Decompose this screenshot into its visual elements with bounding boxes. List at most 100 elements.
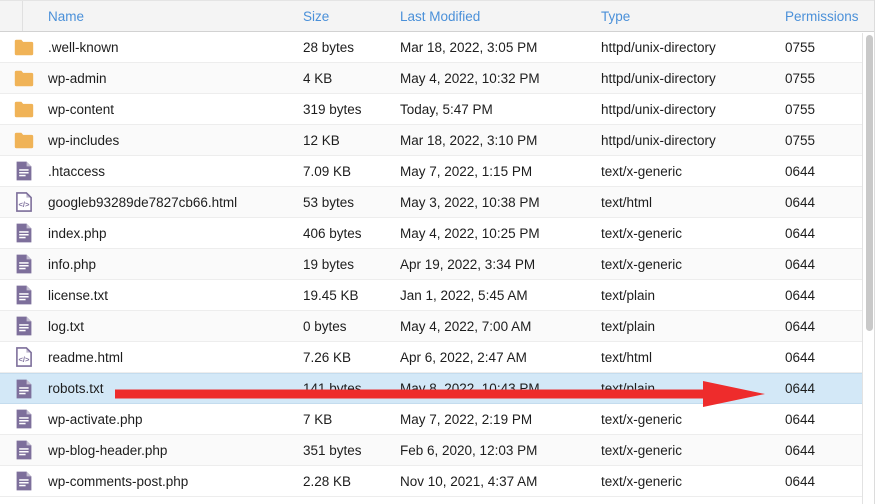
file-row[interactable]: wp-includes12 KBMar 18, 2022, 3:10 PMhtt… xyxy=(0,125,875,156)
file-manager: Name Size Last Modified Type Permissions… xyxy=(0,0,875,504)
cell-last-modified: Apr 6, 2022, 2:47 AM xyxy=(400,350,601,365)
file-row[interactable]: wp-blog-header.php 351 bytesFeb 6, 2020, … xyxy=(0,435,875,466)
cell-last-modified: May 7, 2022, 2:19 PM xyxy=(400,412,601,427)
column-header-last-modified[interactable]: Last Modified xyxy=(400,9,601,24)
file-name-text: .well-known xyxy=(48,40,119,55)
file-name-text: wp-admin xyxy=(48,71,107,86)
file-row[interactable]: info.php19 bytesApr 19, 2022, 3:34 PMtex… xyxy=(0,249,875,280)
file-icon-cell xyxy=(0,316,48,336)
cell-type: text/x-generic xyxy=(601,226,785,241)
text-file-icon xyxy=(16,223,32,243)
file-icon-cell xyxy=(0,254,48,274)
cell-name[interactable]: wp-includes xyxy=(48,133,303,148)
svg-text:</>: </> xyxy=(19,200,31,209)
cell-name[interactable]: .htaccess xyxy=(48,164,303,179)
file-row[interactable]: license.txt19.45 KBJan 1, 2022, 5:45 AMt… xyxy=(0,280,875,311)
cell-last-modified: Mar 18, 2022, 3:05 PM xyxy=(400,40,601,55)
file-icon-cell xyxy=(0,440,48,460)
file-name-text: wp-activate.php xyxy=(48,412,143,427)
file-row[interactable]: wp-comments-post.php2.28 KBNov 10, 2021,… xyxy=(0,466,875,497)
file-row[interactable]: </>googleb93289de7827cb66.html53 bytesMa… xyxy=(0,187,875,218)
cell-size: 0 bytes xyxy=(303,319,400,334)
column-header-type[interactable]: Type xyxy=(601,9,785,24)
text-file-icon xyxy=(16,161,32,181)
cell-name[interactable]: wp-admin xyxy=(48,71,303,86)
cell-last-modified: May 4, 2022, 10:25 PM xyxy=(400,226,601,241)
folder-icon xyxy=(14,132,34,149)
cell-name[interactable]: wp-comments-post.php xyxy=(48,474,303,489)
cell-type: text/x-generic xyxy=(601,474,785,489)
folder-icon xyxy=(14,39,34,56)
cell-name[interactable]: log.txt xyxy=(48,319,303,334)
file-row[interactable]: log.txt0 bytesMay 4, 2022, 7:00 AMtext/p… xyxy=(0,311,875,342)
html-file-icon: </> xyxy=(16,192,32,212)
html-file-icon: </> xyxy=(16,347,32,367)
cell-last-modified: Mar 18, 2022, 3:10 PM xyxy=(400,133,601,148)
file-icon-cell xyxy=(0,379,48,399)
cell-name[interactable]: wp-blog-header.php xyxy=(48,443,303,458)
cell-size: 19.45 KB xyxy=(303,288,400,303)
cell-type: text/x-generic xyxy=(601,257,785,272)
file-icon-cell xyxy=(0,161,48,181)
cell-size: 319 bytes xyxy=(303,102,400,117)
file-name-text: log.txt xyxy=(48,319,84,334)
cell-size: 7.26 KB xyxy=(303,350,400,365)
file-row[interactable]: index.php406 bytesMay 4, 2022, 10:25 PMt… xyxy=(0,218,875,249)
vertical-scroll-thumb[interactable] xyxy=(866,35,873,331)
file-icon-cell xyxy=(0,70,48,87)
file-icon-cell: </> xyxy=(0,347,48,367)
file-row[interactable]: </> readme.html 7.26 KBApr 6, 2022, 2:47 A… xyxy=(0,342,875,373)
file-name-text: wp-content xyxy=(48,102,114,117)
cell-last-modified: May 8, 2022, 10:43 PM xyxy=(400,381,601,396)
column-header-size[interactable]: Size xyxy=(303,9,400,24)
cell-name[interactable]: robots.txt xyxy=(48,381,303,396)
cell-size: 351 bytes xyxy=(303,443,400,458)
cell-type: text/plain xyxy=(601,319,785,334)
cell-last-modified: May 7, 2022, 1:15 PM xyxy=(400,164,601,179)
cell-size: 28 bytes xyxy=(303,40,400,55)
file-name-text: readme.html xyxy=(48,350,123,365)
cell-type: text/html xyxy=(601,350,785,365)
file-list[interactable]: .well-known 28 bytesMar 18, 2022, 3:05 PM… xyxy=(0,32,875,504)
cell-name[interactable]: readme.html xyxy=(48,350,303,365)
column-header-last-modified-label: Last Modified xyxy=(400,9,480,24)
cell-type: httpd/unix-directory xyxy=(601,133,785,148)
cell-type: text/x-generic xyxy=(601,412,785,427)
file-row[interactable]: wp-admin4 KBMay 4, 2022, 10:32 PMhttpd/u… xyxy=(0,63,875,94)
cell-type: httpd/unix-directory xyxy=(601,71,785,86)
cell-name[interactable]: .well-known xyxy=(48,40,303,55)
cell-type: text/plain xyxy=(601,288,785,303)
cell-name[interactable]: info.php xyxy=(48,257,303,272)
column-header-name[interactable]: Name xyxy=(0,9,303,24)
cell-size: 19 bytes xyxy=(303,257,400,272)
cell-size: 53 bytes xyxy=(303,195,400,210)
cell-type: text/plain xyxy=(601,381,785,396)
file-row[interactable]: .htaccess7.09 KBMay 7, 2022, 1:15 PMtext… xyxy=(0,156,875,187)
column-header-permissions-label: Permissions xyxy=(785,9,859,24)
cell-type: text/x-generic xyxy=(601,164,785,179)
file-name-text: wp-blog-header.php xyxy=(48,443,167,458)
cell-name[interactable]: googleb93289de7827cb66.html xyxy=(48,195,303,210)
cell-name[interactable]: index.php xyxy=(48,226,303,241)
file-row[interactable]: wp-content 319 bytesToday, 5:47 PMhttpd/u… xyxy=(0,94,875,125)
column-divider xyxy=(22,1,23,31)
cell-size: 7.09 KB xyxy=(303,164,400,179)
cell-name[interactable]: wp-activate.php xyxy=(48,412,303,427)
cell-last-modified: May 4, 2022, 10:32 PM xyxy=(400,71,601,86)
cell-type: httpd/unix-directory xyxy=(601,102,785,117)
text-file-icon xyxy=(16,285,32,305)
cell-name[interactable]: license.txt xyxy=(48,288,303,303)
cell-size: 7 KB xyxy=(303,412,400,427)
text-file-icon xyxy=(16,316,32,336)
file-row[interactable]: robots.txt141 bytesMay 8, 2022, 10:43 PM… xyxy=(0,373,875,404)
column-header-permissions[interactable]: Permissions xyxy=(785,9,875,24)
cell-type: httpd/unix-directory xyxy=(601,40,785,55)
file-row[interactable]: .well-known 28 bytesMar 18, 2022, 3:05 PM… xyxy=(0,32,875,63)
svg-text:</>: </> xyxy=(19,355,31,364)
cell-name[interactable]: wp-content xyxy=(48,102,303,117)
file-row[interactable]: wp-activate.php 7 KBMay 7, 2022, 2:19 PMt… xyxy=(0,404,875,435)
cell-last-modified: Apr 19, 2022, 3:34 PM xyxy=(400,257,601,272)
cell-last-modified: Today, 5:47 PM xyxy=(400,102,601,117)
file-icon-cell xyxy=(0,223,48,243)
cell-last-modified: Feb 6, 2020, 12:03 PM xyxy=(400,443,601,458)
